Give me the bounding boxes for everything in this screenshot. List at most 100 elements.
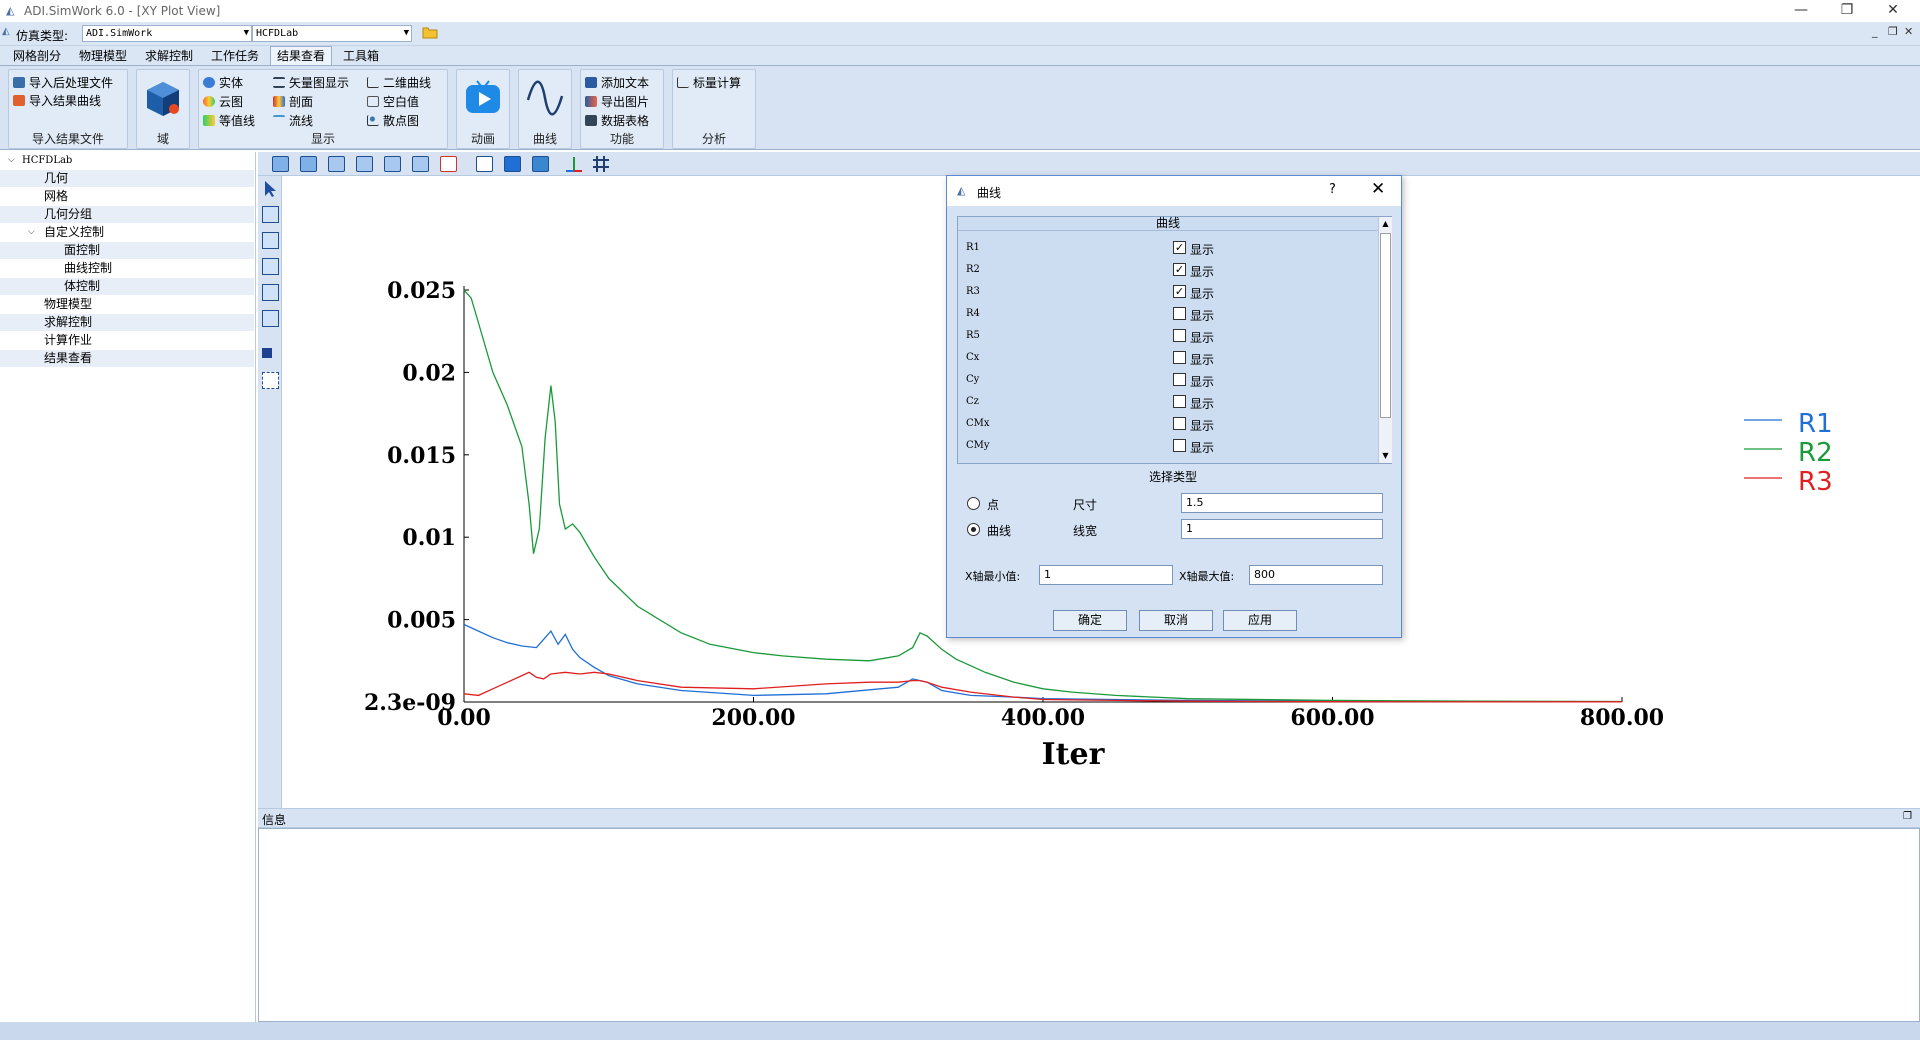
apply-button[interactable]: 应用 — [1223, 610, 1297, 631]
project-select[interactable]: HCFDLab ▼ — [252, 25, 412, 42]
cancel-button[interactable]: 取消 — [1139, 610, 1213, 631]
restore-button[interactable]: ❐ — [1824, 0, 1870, 22]
show-checkbox[interactable] — [1173, 351, 1186, 364]
scalar-calc-icon — [677, 77, 689, 88]
curve-row: CMy 显示 — [958, 435, 1378, 457]
collapse-arrow-icon[interactable]: ⌵ — [28, 224, 35, 241]
scalar-calc-button[interactable]: 标量计算 — [677, 74, 741, 91]
sim-type-select[interactable]: ADI.SimWork ▼ — [82, 25, 252, 42]
tree-item-jobs[interactable]: 计算作业 — [0, 332, 254, 349]
tree-item-results[interactable]: 结果查看 — [0, 350, 254, 367]
show-checkbox[interactable] — [1173, 395, 1186, 408]
area-select-icon[interactable] — [262, 372, 279, 389]
curve-radio[interactable] — [967, 523, 980, 536]
curve-list-scrollbar[interactable]: ▲ ▼ — [1378, 217, 1392, 463]
x-tick-label: 200.00 — [711, 705, 795, 731]
import-curve-button[interactable]: 导入结果曲线 — [13, 92, 101, 109]
mdi-minimize-button[interactable]: _ — [1872, 25, 1878, 38]
iso-view-icon[interactable] — [532, 156, 549, 172]
group-animation[interactable]: 动画 — [456, 69, 510, 149]
add-text-button[interactable]: 添加文本 — [585, 74, 649, 91]
data-table-button[interactable]: 数据表格 — [585, 112, 649, 129]
tree-item-geometry[interactable]: 几何 — [0, 170, 254, 187]
collapse-arrow-icon[interactable]: ⌵ — [8, 152, 15, 169]
minimize-button[interactable]: — — [1778, 0, 1824, 22]
show-checkbox[interactable] — [1173, 373, 1186, 386]
xmin-input[interactable]: 1 — [1039, 565, 1173, 585]
show-checkbox[interactable]: ✓ — [1173, 241, 1186, 254]
show-label: 显示 — [1190, 397, 1215, 411]
view-right-icon[interactable] — [412, 156, 429, 172]
tab-solver[interactable]: 求解控制 — [138, 46, 200, 65]
view-top-icon[interactable] — [328, 156, 345, 172]
contour-cloud-button[interactable]: 云图 — [203, 93, 243, 110]
show-checkbox[interactable] — [1173, 439, 1186, 452]
size-input[interactable]: 1.5 — [1181, 493, 1383, 513]
point-radio[interactable] — [967, 497, 980, 510]
scrollbar-thumb[interactable] — [1380, 233, 1391, 418]
tree-root[interactable]: ⌵ HCFDLab — [0, 152, 254, 169]
show-checkbox[interactable] — [1173, 329, 1186, 342]
tree-item-face-control[interactable]: 面控制 — [0, 242, 254, 259]
info-panel-header: 信息 ❐ — [258, 808, 1920, 828]
tree-item-custom-control[interactable]: ⌵ 自定义控制 — [0, 224, 254, 241]
tab-physics[interactable]: 物理模型 — [72, 46, 134, 65]
scatter-button[interactable]: 散点图 — [367, 112, 419, 129]
dialog-close-button[interactable]: ✕ — [1371, 179, 1385, 199]
scroll-up-icon[interactable]: ▲ — [1379, 217, 1392, 231]
info-panel[interactable] — [258, 828, 1920, 1022]
xmax-input[interactable]: 800 — [1249, 565, 1383, 585]
grid-icon[interactable] — [592, 155, 610, 173]
section-button[interactable]: 剖面 — [273, 93, 313, 110]
tab-jobs[interactable]: 工作任务 — [204, 46, 266, 65]
open-folder-icon[interactable] — [422, 25, 438, 39]
pan-box-icon[interactable] — [262, 284, 279, 301]
view-left-icon[interactable] — [384, 156, 401, 172]
group-domain[interactable]: 域 — [136, 69, 190, 149]
tree-item-label: 几何分组 — [44, 207, 93, 221]
scroll-down-icon[interactable]: ▼ — [1379, 449, 1392, 463]
close-button[interactable]: ✕ — [1870, 0, 1916, 22]
wireframe-icon[interactable] — [476, 156, 493, 172]
tree-item-mesh[interactable]: 网格 — [0, 188, 254, 205]
2d-curve-button[interactable]: 二维曲线 — [367, 74, 431, 91]
blank-value-button[interactable]: 空白值 — [367, 93, 419, 110]
streamline-button[interactable]: 流线 — [273, 112, 313, 129]
tab-toolbox[interactable]: 工具箱 — [336, 46, 386, 65]
fit-view-icon[interactable] — [440, 156, 457, 172]
mdi-restore-button[interactable]: ❐ — [1888, 25, 1898, 38]
zoom-box-icon[interactable] — [262, 206, 279, 223]
mdi-close-button[interactable]: ✕ — [1904, 25, 1913, 38]
tree-item-body-control[interactable]: 体控制 — [0, 278, 254, 295]
group-curve[interactable]: 曲线 — [518, 69, 572, 149]
select-cursor-icon[interactable] — [262, 180, 279, 198]
view-back-icon[interactable] — [300, 156, 317, 172]
tree-item-solver[interactable]: 求解控制 — [0, 314, 254, 331]
axes-icon[interactable] — [564, 155, 584, 173]
show-checkbox[interactable] — [1173, 307, 1186, 320]
view-bottom-icon[interactable] — [356, 156, 373, 172]
linewidth-input[interactable]: 1 — [1181, 519, 1383, 539]
show-checkbox[interactable]: ✓ — [1173, 285, 1186, 298]
show-checkbox[interactable]: ✓ — [1173, 263, 1186, 276]
probe-box-icon[interactable] — [262, 310, 279, 327]
tree-item-physics[interactable]: 物理模型 — [0, 296, 254, 313]
rotate-box-icon[interactable] — [262, 258, 279, 275]
view-front-icon[interactable] — [272, 156, 289, 172]
ok-button[interactable]: 确定 — [1053, 610, 1127, 631]
vector-button[interactable]: 矢量图显示 — [273, 74, 349, 91]
import-postprocess-button[interactable]: 导入后处理文件 — [13, 74, 113, 91]
pick-point-icon[interactable] — [262, 348, 272, 358]
box-select-icon[interactable] — [262, 232, 279, 249]
tree-item-curve-control[interactable]: 曲线控制 — [0, 260, 254, 277]
restore-panel-icon[interactable]: ❐ — [1903, 811, 1912, 822]
tab-results[interactable]: 结果查看 — [270, 46, 333, 65]
export-image-button[interactable]: 导出图片 — [585, 93, 649, 110]
show-checkbox[interactable] — [1173, 417, 1186, 430]
help-button[interactable]: ? — [1329, 182, 1336, 197]
tab-mesh[interactable]: 网格剖分 — [6, 46, 68, 65]
isoline-button[interactable]: 等值线 — [203, 112, 255, 129]
tree-item-geometry-group[interactable]: 几何分组 — [0, 206, 254, 223]
surface-icon[interactable] — [504, 156, 521, 172]
solid-button[interactable]: 实体 — [203, 74, 243, 91]
